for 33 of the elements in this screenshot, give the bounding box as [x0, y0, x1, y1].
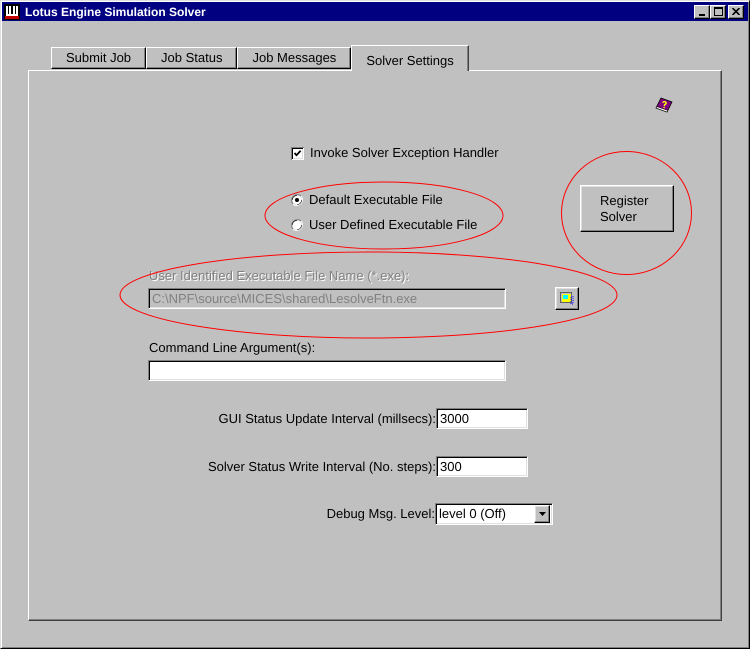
checkbox-label[interactable]: Invoke Solver Exception Handler [310, 145, 499, 161]
app-icon [4, 4, 20, 20]
field-label: Command Line Argument(s): [149, 340, 316, 356]
close-icon [732, 8, 740, 15]
tab[interactable]: Job Status [146, 47, 238, 69]
debug-level-dropdown[interactable]: level 0 (Off) [435, 503, 553, 525]
maximize-button[interactable] [710, 4, 726, 18]
field-label: User Identified Executable File Name (*.exe): [149, 268, 410, 284]
dotted-frame-icon [560, 292, 574, 305]
minimize-button[interactable] [694, 4, 710, 18]
maximize-icon [714, 7, 722, 16]
field-label: Solver Status Write Interval (No. steps): [208, 458, 436, 474]
tab[interactable]: Solver Settings [351, 45, 469, 71]
field-label: GUI Status Update Interval (millsecs): [218, 410, 436, 426]
tab[interactable]: Job Messages [237, 47, 352, 69]
update-interval-field[interactable]: 3000 [436, 408, 528, 429]
radio-button[interactable] [291, 194, 303, 206]
tab[interactable]: Submit Job [51, 47, 146, 69]
field-label: Debug Msg. Level: [326, 506, 435, 522]
write-interval-field[interactable]: 300 [436, 456, 528, 477]
window-title: Lotus Engine Simulation Solver [25, 4, 206, 18]
close-button[interactable] [728, 4, 744, 18]
radio-label[interactable]: User Defined Executable File [309, 217, 478, 233]
browse-button[interactable] [555, 287, 579, 310]
radio-label[interactable]: Default Executable File [309, 192, 443, 208]
radio-button[interactable] [291, 219, 303, 231]
help-book-icon[interactable] [655, 97, 673, 113]
caret-icon [538, 512, 546, 516]
minimize-icon [699, 14, 705, 16]
checkbox[interactable] [291, 146, 304, 160]
dropdown-button[interactable] [534, 505, 550, 523]
register-solver-button[interactable]: Register Solver [580, 185, 674, 232]
command-line-field[interactable] [148, 360, 506, 381]
